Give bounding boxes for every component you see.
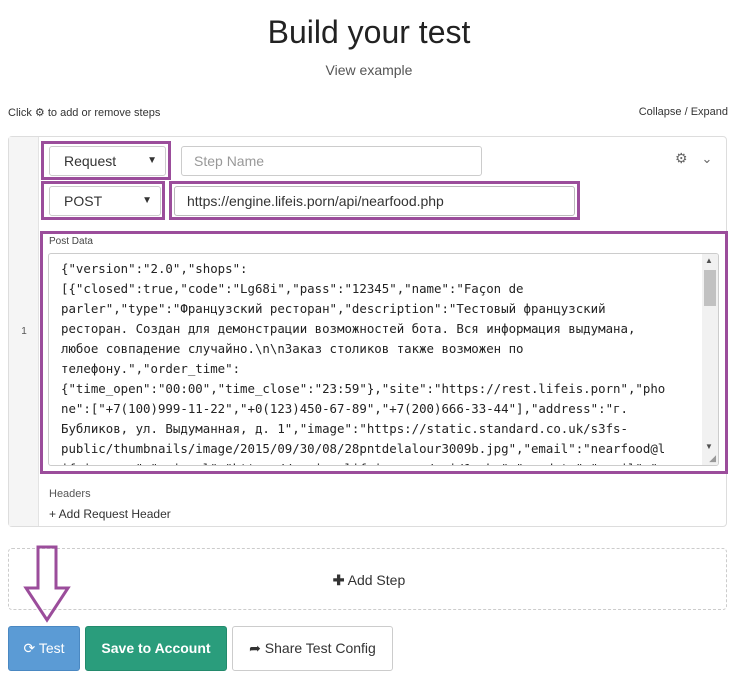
step-number: 1: [21, 326, 27, 337]
chevron-down-icon: ▼: [142, 195, 152, 206]
page-title: Build your test: [267, 14, 471, 50]
url-value: https://engine.lifeis.porn/api/nearfood.…: [187, 193, 444, 209]
down-arrow-icon: [23, 545, 71, 623]
save-to-account-button[interactable]: Save to Account: [85, 626, 227, 671]
plus-icon: ✚: [332, 572, 345, 588]
scroll-down-icon[interactable]: ▼: [705, 442, 713, 451]
help-prefix: Click: [8, 107, 32, 119]
share-test-config-button[interactable]: ➦ Share Test Config: [232, 626, 393, 671]
gear-icon: ⚙: [34, 107, 45, 119]
test-button[interactable]: ⟳ Test: [8, 626, 80, 671]
method-value: POST: [64, 193, 103, 209]
refresh-icon: ⟳: [23, 640, 36, 656]
step-name-placeholder: Step Name: [194, 153, 265, 169]
scrollbar-thumb[interactable]: [704, 270, 716, 306]
help-text: Click ⚙ to add or remove steps: [8, 106, 160, 119]
post-data-label: Post Data: [49, 236, 93, 247]
resize-grip-icon[interactable]: ◢: [709, 453, 716, 464]
vertical-scrollbar[interactable]: ▲ ▼: [702, 254, 718, 465]
add-request-header-link[interactable]: + Add Request Header: [49, 507, 171, 521]
post-data-content: {"version":"2.0","shops": [{"closed":tru…: [61, 261, 666, 465]
add-step-label: Add Step: [347, 572, 406, 588]
gear-icon[interactable]: ⚙: [675, 150, 688, 166]
help-suffix: to add or remove steps: [47, 107, 161, 119]
chevron-down-icon[interactable]: ⌄: [701, 151, 712, 166]
step-name-input[interactable]: Step Name: [181, 146, 482, 176]
view-example-link[interactable]: View example: [0, 62, 738, 78]
share-button-label: Share Test Config: [264, 640, 376, 656]
post-data-textarea[interactable]: {"version":"2.0","shops": [{"closed":tru…: [48, 253, 719, 466]
step-actions: ⚙ ⌄: [675, 150, 712, 167]
collapse-expand-link[interactable]: Collapse / Expand: [639, 106, 728, 118]
add-step-button[interactable]: ✚ Add Step: [0, 572, 738, 589]
chevron-down-icon: ▼: [147, 155, 157, 166]
request-type-select[interactable]: Request ▼: [49, 146, 166, 176]
headers-label: Headers: [49, 488, 91, 500]
method-select[interactable]: POST ▼: [49, 186, 161, 216]
scroll-up-icon[interactable]: ▲: [705, 256, 713, 265]
test-button-label: Test: [38, 640, 65, 656]
share-icon: ➦: [249, 640, 261, 656]
request-type-value: Request: [64, 153, 117, 169]
url-input[interactable]: https://engine.lifeis.porn/api/nearfood.…: [174, 186, 575, 216]
